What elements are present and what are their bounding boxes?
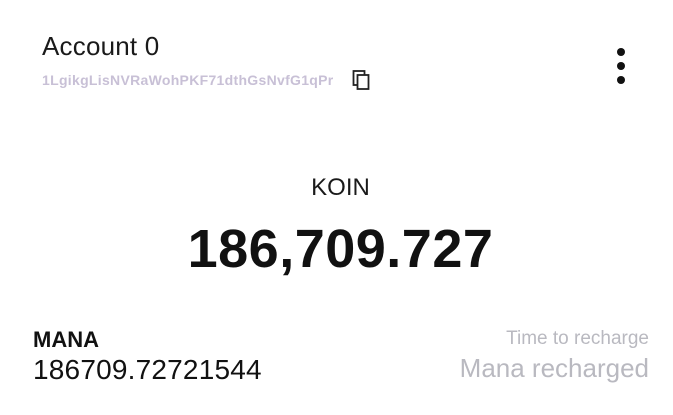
token-symbol: KOIN [311, 174, 370, 201]
mana-recharge-info: Time to recharge Mana recharged [460, 328, 649, 384]
account-address: 1LgikgLisNVRaWohPKF71dthGsNvfG1qPr [42, 72, 334, 88]
mana-value: 186709.72721544 [33, 354, 262, 385]
recharge-status: Mana recharged [459, 353, 649, 383]
more-menu-button[interactable] [606, 44, 636, 88]
account-header: Account 0 [42, 30, 159, 62]
balance-amount: 186,709.727 [187, 219, 494, 279]
balance-section: KOIN 186,709.727 [0, 172, 673, 279]
copy-address-button[interactable] [351, 69, 371, 91]
mana-label: MANA [33, 327, 99, 352]
mana-info: MANA 186709.72721544 [33, 326, 262, 386]
more-vertical-icon [617, 48, 625, 84]
copy-icon [352, 70, 369, 90]
address-row: 1LgikgLisNVRaWohPKF71dthGsNvfG1qPr [42, 69, 371, 91]
recharge-label: Time to recharge [506, 328, 649, 349]
account-name: Account 0 [42, 31, 160, 61]
